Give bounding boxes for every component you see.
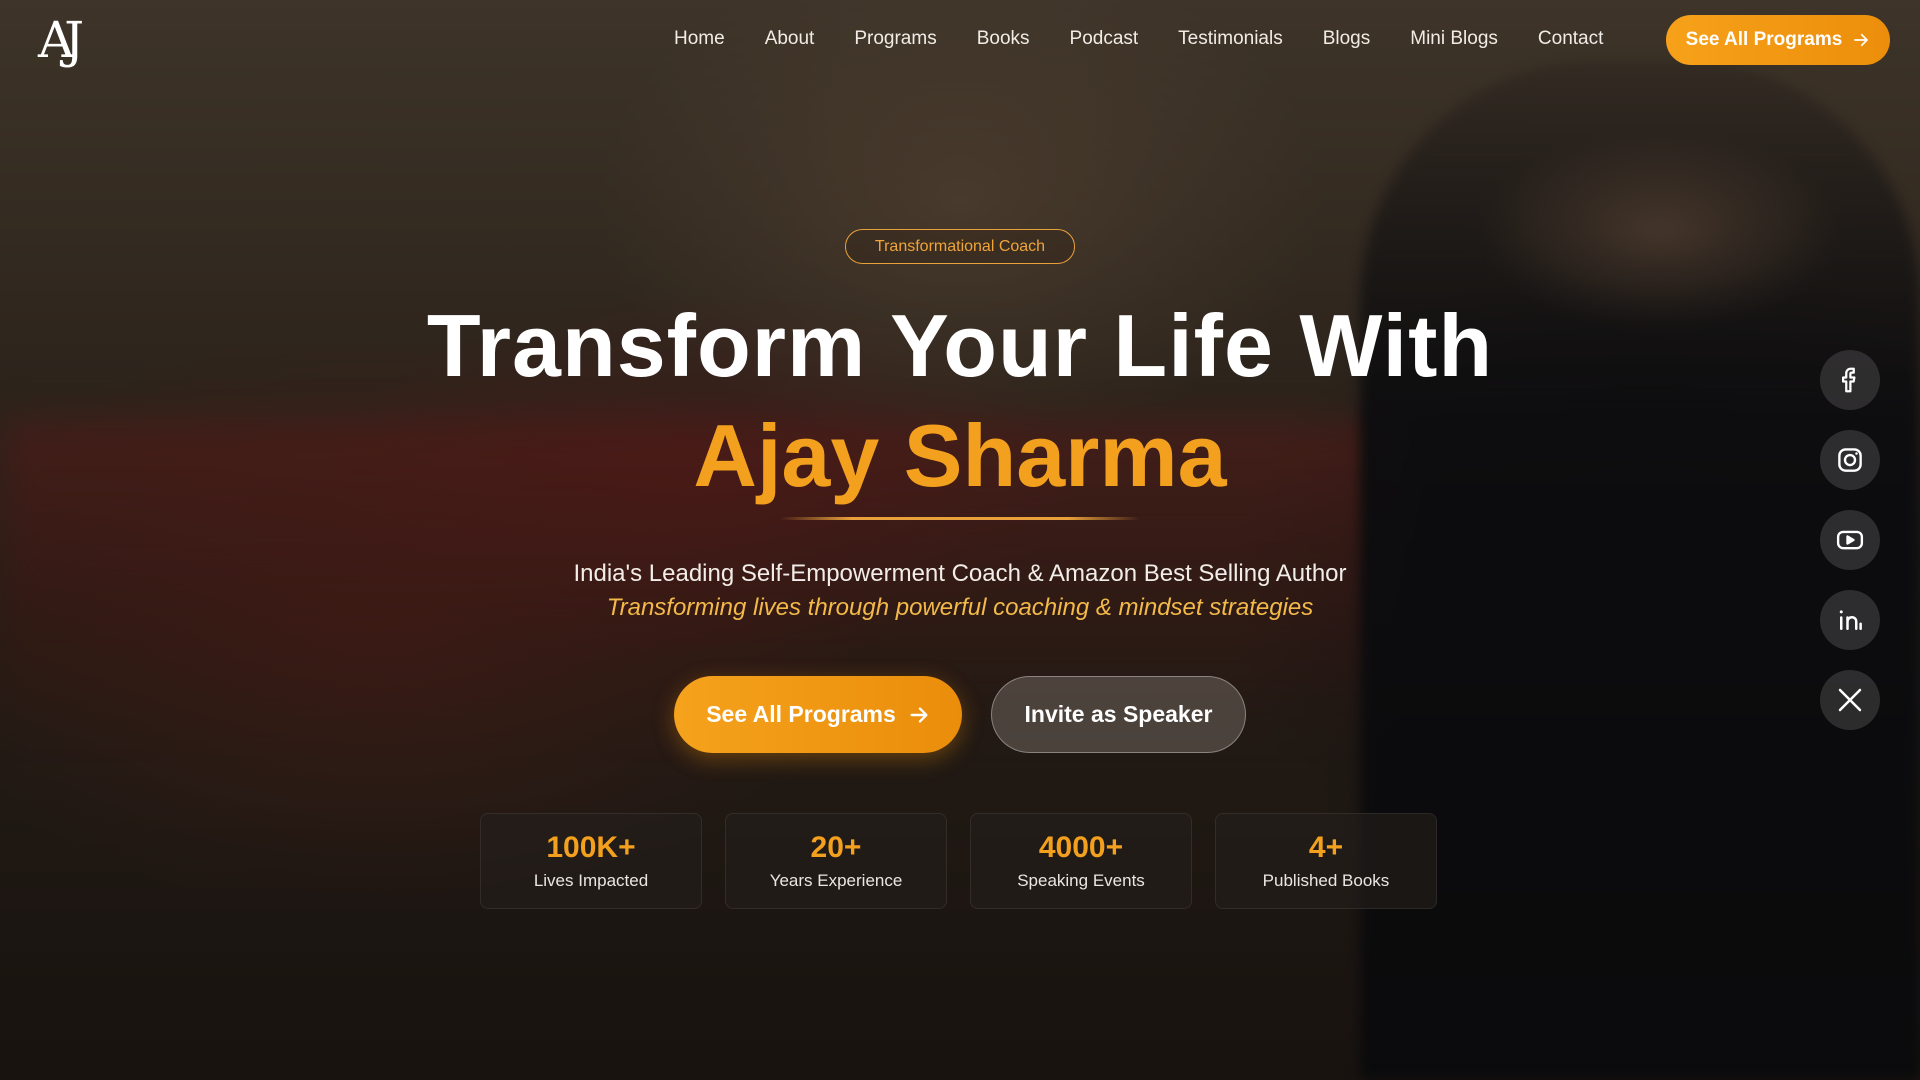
site-logo[interactable]: AJ — [38, 10, 104, 70]
arrow-right-icon — [908, 704, 930, 726]
stat-label: Speaking Events — [1017, 871, 1145, 890]
title-underline — [780, 517, 1140, 520]
x-twitter-icon — [1838, 688, 1862, 712]
stat-label: Years Experience — [769, 871, 903, 890]
hero-badge: Transformational Coach — [845, 229, 1075, 264]
nav-link-testimonials[interactable]: Testimonials — [1178, 28, 1283, 50]
nav-link-podcast[interactable]: Podcast — [1070, 28, 1139, 50]
nav-link-books[interactable]: Books — [977, 28, 1030, 50]
nav-cta-label: See All Programs — [1685, 29, 1843, 50]
stat-value: 100K+ — [546, 831, 636, 864]
youtube-link[interactable] — [1820, 510, 1880, 570]
stat-value: 4+ — [1308, 831, 1344, 864]
hero-title: Transform Your Life With — [426, 296, 1494, 395]
stat-card-experience: 20+ Years Experience — [725, 813, 947, 909]
stat-label: Lives Impacted — [533, 871, 649, 890]
stat-value: 20+ — [810, 831, 862, 864]
top-navigation: AJ Home About Programs Books Podcast Tes… — [0, 0, 1920, 84]
instagram-link[interactable] — [1820, 430, 1880, 490]
dark-overlay — [0, 0, 1920, 1080]
nav-link-mini-blogs[interactable]: Mini Blogs — [1410, 28, 1498, 50]
instagram-icon — [1838, 448, 1862, 472]
x-twitter-link[interactable] — [1820, 670, 1880, 730]
stat-card-events: 4000+ Speaking Events — [970, 813, 1192, 909]
nav-link-contact[interactable]: Contact — [1538, 28, 1603, 50]
nav-see-all-programs-button[interactable]: See All Programs — [1666, 15, 1890, 65]
facebook-icon — [1842, 367, 1856, 393]
stat-card-lives: 100K+ Lives Impacted — [480, 813, 702, 909]
stat-card-books: 4+ Published Books — [1215, 813, 1437, 909]
invite-as-speaker-button[interactable]: Invite as Speaker — [991, 676, 1246, 753]
primary-button-label: See All Programs — [706, 701, 896, 727]
arrow-right-icon — [1852, 31, 1870, 49]
nav-links: Home About Programs Books Podcast Testim… — [674, 28, 1643, 50]
hero-tagline: India's Leading Self-Empowerment Coach &… — [573, 560, 1347, 587]
nav-link-blogs[interactable]: Blogs — [1323, 28, 1371, 50]
nav-link-programs[interactable]: Programs — [854, 28, 936, 50]
nav-link-about[interactable]: About — [765, 28, 815, 50]
hero-title-name: Ajay Sharma — [693, 406, 1227, 505]
hero-subline: Transforming lives through powerful coac… — [606, 594, 1314, 621]
linkedin-link[interactable] — [1820, 590, 1880, 650]
linkedin-icon — [1839, 610, 1862, 630]
youtube-icon — [1836, 530, 1864, 550]
nav-link-home[interactable]: Home — [674, 28, 725, 50]
see-all-programs-button[interactable]: See All Programs — [674, 676, 962, 753]
stat-label: Published Books — [1262, 871, 1390, 890]
stat-value: 4000+ — [1038, 831, 1124, 864]
facebook-link[interactable] — [1820, 350, 1880, 410]
